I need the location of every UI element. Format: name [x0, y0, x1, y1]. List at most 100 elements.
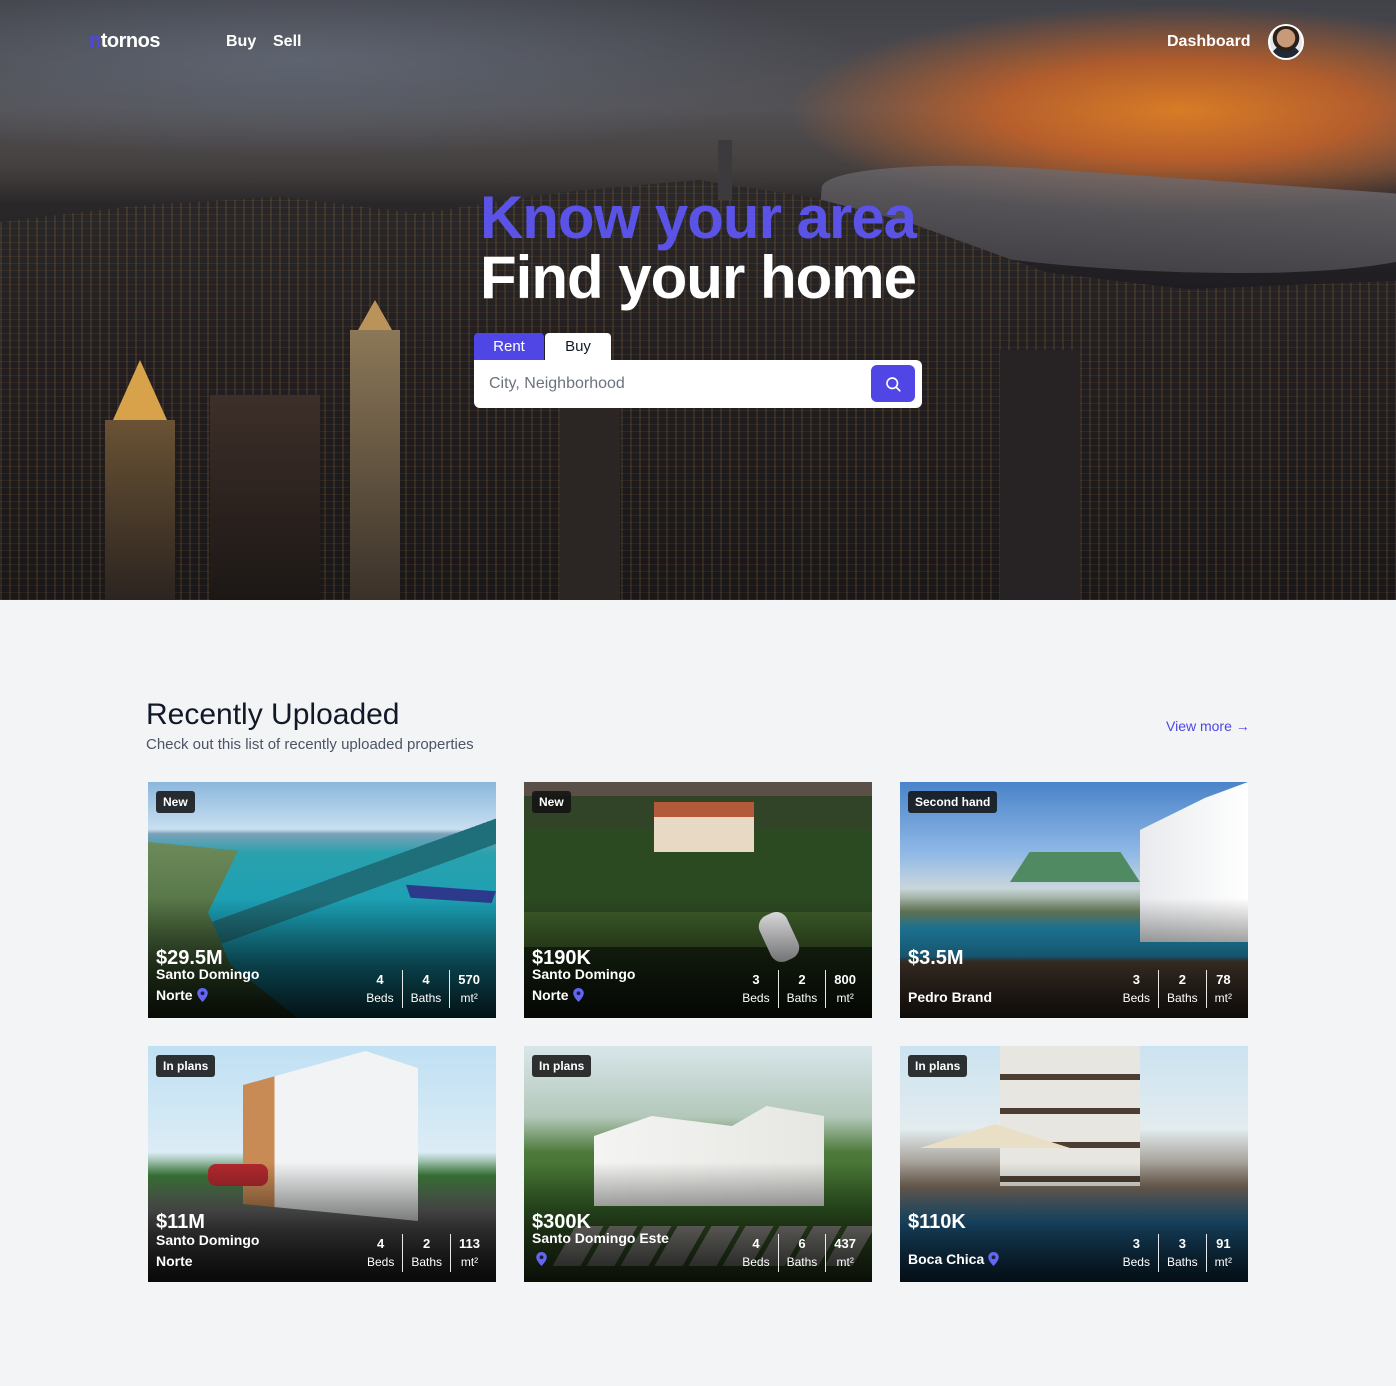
tab-rent[interactable]: Rent: [474, 333, 544, 361]
location-pin-icon: [536, 1251, 547, 1272]
listing-badge: New: [532, 791, 571, 813]
hero-building: [1000, 350, 1080, 600]
listing-stats: 3 Beds 2 Baths 800 mt²: [734, 970, 864, 1008]
listing-beds: 4 Beds: [359, 1234, 402, 1272]
area-label: mt²: [836, 991, 854, 1005]
hero-building: [560, 400, 620, 600]
listing-area: 570 mt²: [449, 970, 488, 1008]
listing-badge: In plans: [908, 1055, 968, 1077]
area-value: 91: [1216, 1236, 1231, 1251]
listing-location: Santo Domingo Norte: [156, 964, 296, 1008]
listing-area: 437 mt²: [825, 1234, 864, 1272]
listing-location: Boca Chica: [908, 1249, 1048, 1272]
listing-baths: 2 Baths: [402, 1234, 450, 1272]
listing-location-text: Santo Domingo Este: [532, 1230, 669, 1246]
listing-stats: 4 Beds 2 Baths 113 mt²: [359, 1234, 488, 1272]
hero-building: [105, 360, 175, 600]
listing-baths: 6 Baths: [777, 1234, 826, 1272]
listing-location-text: Pedro Brand: [908, 989, 993, 1005]
section-title: Recently Uploaded: [146, 698, 400, 731]
search-button[interactable]: [871, 365, 915, 402]
listing-beds: 4 Beds: [734, 1234, 777, 1272]
beds-label: Beds: [1122, 1255, 1150, 1269]
baths-value: 2: [798, 972, 806, 987]
listing-stats: 3 Beds 3 Baths 91 mt²: [1115, 1234, 1240, 1272]
beds-value: 4: [376, 972, 384, 987]
baths-label: Baths: [786, 1255, 818, 1269]
area-value: 800: [834, 972, 856, 987]
baths-value: 2: [1178, 972, 1186, 987]
listing-baths: 4 Baths: [401, 970, 450, 1008]
listing-badge: In plans: [532, 1055, 592, 1077]
listing-area: 91 mt²: [1205, 1234, 1240, 1272]
listing-card[interactable]: Second hand $3.5M Pedro Brand 3 Beds 2 Baths 78…: [900, 782, 1248, 1018]
listing-beds: 3 Beds: [1115, 970, 1158, 1008]
area-label: mt²: [460, 991, 478, 1005]
listing-card[interactable]: In plans $300K Santo Domingo Este 4 Beds 6 Bat…: [524, 1046, 872, 1282]
listing-card[interactable]: In plans $110K Boca Chica 3 Beds 3 Baths 91 mt²: [900, 1046, 1248, 1282]
beds-value: 4: [377, 1236, 385, 1251]
listing-area: 113 mt²: [450, 1234, 488, 1272]
listing-stats: 4 Beds 6 Baths 437 mt²: [734, 1234, 864, 1272]
logo[interactable]: ntornos: [89, 30, 160, 53]
area-value: 437: [834, 1236, 856, 1251]
nav-dashboard-link[interactable]: Dashboard: [1167, 33, 1251, 51]
location-pin-icon: [196, 987, 208, 1008]
listing-baths: 3 Baths: [1157, 1234, 1206, 1272]
baths-label: Baths: [410, 991, 442, 1005]
listing-badge: In plans: [156, 1055, 216, 1077]
listing-location-text: Santo Domingo Norte: [156, 966, 260, 1003]
section-subtitle: Check out this list of recently uploaded…: [146, 736, 474, 753]
area-value: 570: [458, 972, 480, 987]
beds-value: 3: [752, 972, 760, 987]
search-input[interactable]: [489, 360, 869, 408]
listing-beds: 4 Beds: [358, 970, 401, 1008]
logo-text: tornos: [100, 30, 161, 52]
area-label: mt²: [1214, 1255, 1232, 1269]
baths-value: 4: [422, 972, 430, 987]
beds-label: Beds: [366, 991, 394, 1005]
baths-value: 2: [423, 1236, 431, 1251]
nav-buy-link[interactable]: Buy: [226, 33, 256, 51]
area-value: 78: [1216, 972, 1231, 987]
area-label: mt²: [1214, 991, 1232, 1005]
listing-price: $3.5M: [908, 947, 964, 969]
beds-label: Beds: [366, 1255, 395, 1269]
listing-price: $110K: [908, 1211, 966, 1233]
hero-title-line1: Know your area: [479, 184, 917, 251]
listing-location-text: Santo Domingo Norte: [532, 966, 636, 1003]
listing-location-text: Santo Domingo Norte: [156, 1232, 260, 1269]
baths-value: 6: [798, 1236, 806, 1251]
listing-beds: 3 Beds: [734, 970, 777, 1008]
hero-title-line2: Find your home: [480, 244, 917, 311]
area-label: mt²: [460, 1255, 479, 1269]
listing-card[interactable]: New $190K Santo Domingo Norte 3 Beds 2 Baths 80…: [524, 782, 872, 1018]
view-more-link[interactable]: View more →: [1166, 718, 1250, 734]
listing-card[interactable]: New $29.5M Santo Domingo Norte 4 Beds 4 Baths 5…: [148, 782, 496, 1018]
tab-buy[interactable]: Buy: [545, 333, 611, 361]
search-bar: [474, 360, 922, 408]
hero-building: [350, 300, 400, 600]
area-label: mt²: [836, 1255, 854, 1269]
beds-label: Beds: [742, 1255, 770, 1269]
listing-card[interactable]: In plans $11M Santo Domingo Norte 4 Beds 2 Bat…: [148, 1046, 496, 1282]
beds-label: Beds: [742, 991, 770, 1005]
beds-label: Beds: [1122, 991, 1150, 1005]
listing-baths: 2 Baths: [777, 970, 826, 1008]
beds-value: 3: [1132, 1236, 1140, 1251]
beds-value: 3: [1132, 972, 1140, 987]
baths-label: Baths: [786, 991, 818, 1005]
baths-label: Baths: [1166, 991, 1198, 1005]
listing-beds: 3 Beds: [1115, 1234, 1158, 1272]
listing-location: Santo Domingo Norte: [532, 964, 672, 1008]
user-avatar[interactable]: [1268, 24, 1304, 60]
nav-sell-link[interactable]: Sell: [273, 33, 301, 51]
listing-badge: Second hand: [908, 791, 998, 813]
listing-location: Santo Domingo Este: [532, 1228, 672, 1272]
listing-location: Santo Domingo Norte: [156, 1230, 296, 1272]
listing-location: Pedro Brand: [908, 987, 1048, 1008]
beds-value: 4: [752, 1236, 760, 1251]
listing-baths: 2 Baths: [1157, 970, 1206, 1008]
hero-building: [210, 395, 320, 600]
baths-value: 3: [1178, 1236, 1186, 1251]
